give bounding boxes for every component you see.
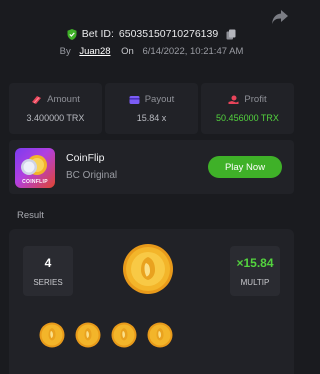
bet-meta-row: By Juan28 On 6/14/2022, 10:21:47 AM <box>0 46 303 57</box>
result-panel: 4 SERIES ×15.84 MULTIP <box>9 229 294 374</box>
stat-value: 50.456000 TRX <box>216 113 279 123</box>
by-label: By <box>59 46 71 57</box>
game-subtitle: BC Original <box>66 170 118 181</box>
coin-icon <box>75 322 101 348</box>
bet-datetime: 6/14/2022, 10:21:47 AM <box>142 46 244 57</box>
multiplier-value: ×15.84 <box>236 255 274 270</box>
stat-value: 3.400000 TRX <box>26 113 85 123</box>
result-heading: Result <box>17 210 44 221</box>
stat-value: 15.84 x <box>136 113 167 123</box>
verified-shield-icon <box>67 28 77 40</box>
stat-payout: Payout 15.84 x <box>105 83 198 134</box>
money-icon <box>32 95 42 104</box>
game-name: CoinFlip <box>66 152 105 164</box>
bet-id-label: Bet ID: <box>81 28 114 40</box>
on-label: On <box>121 46 134 57</box>
play-now-button[interactable]: Play Now <box>208 156 282 178</box>
bet-stats: Amount 3.400000 TRX Payout 15.84 x Profi… <box>9 83 294 134</box>
bet-id-value: 65035150710276139 <box>118 28 219 40</box>
series-box: 4 SERIES <box>23 246 73 296</box>
copy-icon[interactable] <box>226 29 236 40</box>
coin-result-icon <box>123 244 173 294</box>
stat-profit: Profit 50.456000 TRX <box>201 83 294 134</box>
hand-coin-icon <box>228 95 239 104</box>
stat-label: Amount <box>47 94 80 105</box>
card-icon <box>129 95 140 104</box>
username-link[interactable]: Juan28 <box>79 46 110 57</box>
thumbnail-caption: COINFLIP <box>22 179 48 185</box>
bet-id-row: Bet ID: 65035150710276139 <box>0 28 303 40</box>
coin-history <box>39 322 173 348</box>
series-label: SERIES <box>33 277 63 287</box>
game-thumbnail[interactable]: COINFLIP <box>15 148 55 188</box>
coin-icon <box>111 322 137 348</box>
stat-label: Profit <box>244 94 267 105</box>
stat-amount: Amount 3.400000 TRX <box>9 83 102 134</box>
game-card: COINFLIP CoinFlip BC Original Play Now <box>9 140 294 194</box>
stat-label: Payout <box>144 94 175 105</box>
coin-icon <box>39 322 65 348</box>
coin-icon <box>147 322 173 348</box>
series-value: 4 <box>44 255 52 270</box>
multiplier-label: MULTIP <box>240 277 270 287</box>
share-icon[interactable] <box>271 9 289 25</box>
multiplier-box: ×15.84 MULTIP <box>230 246 280 296</box>
